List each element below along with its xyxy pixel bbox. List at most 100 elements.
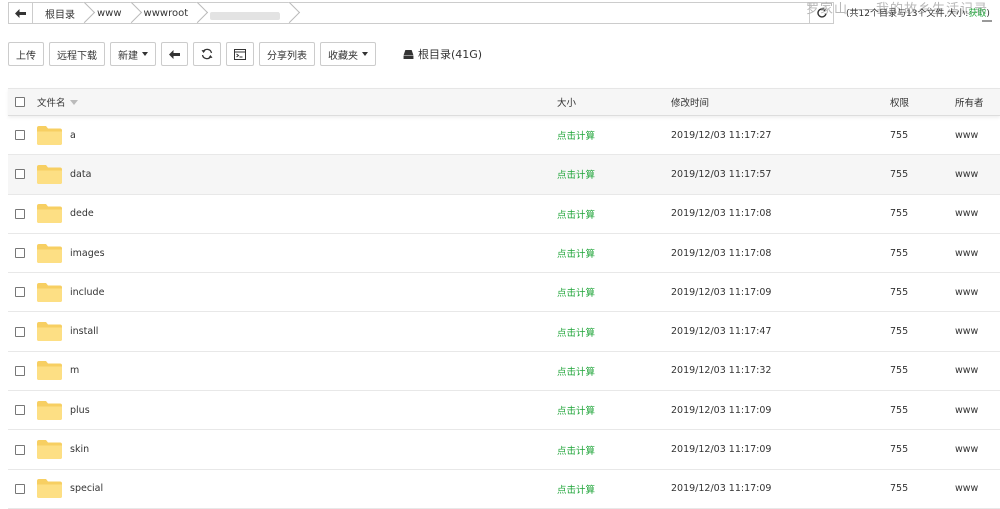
row-checkbox[interactable] xyxy=(15,208,25,219)
new-label: 新建 xyxy=(118,50,138,62)
breadcrumb-root[interactable]: 根目录 xyxy=(33,3,85,23)
favorites-label: 收藏夹 xyxy=(328,50,358,62)
disk-label: 根目录(41G) xyxy=(418,48,483,61)
permission-value[interactable]: 755 xyxy=(890,155,908,193)
calc-size-link[interactable]: 点击计算 xyxy=(557,116,595,154)
permission-value[interactable]: 755 xyxy=(890,470,908,508)
table-row[interactable]: install 点击计算 2019/12/03 11:17:47 755 www xyxy=(8,312,1000,352)
row-checkbox[interactable] xyxy=(15,287,25,298)
owner-value: www xyxy=(955,208,979,220)
permission-value[interactable]: 755 xyxy=(890,312,908,350)
caret-down-icon xyxy=(142,52,148,56)
row-checkbox[interactable] xyxy=(15,130,25,141)
file-name[interactable]: a xyxy=(70,130,76,141)
new-dropdown-button[interactable]: 新建 xyxy=(110,42,156,66)
header-owner[interactable]: 所有者 xyxy=(955,89,984,115)
path-bar: 根目录 www wwwroot xyxy=(8,2,834,24)
summary-text: (共12个目录与13个文件,大小: xyxy=(846,9,969,19)
folder-icon xyxy=(37,282,62,302)
row-checkbox[interactable] xyxy=(15,248,25,259)
disk-selector[interactable]: 根目录(41G) xyxy=(403,46,482,62)
share-list-button[interactable]: 分享列表 xyxy=(259,42,315,66)
permission-value[interactable]: 755 xyxy=(890,273,908,311)
row-checkbox[interactable] xyxy=(15,326,25,337)
owner-value: www xyxy=(955,129,979,141)
table-row[interactable]: images 点击计算 2019/12/03 11:17:08 755 www xyxy=(8,234,1000,274)
table-row[interactable]: m 点击计算 2019/12/03 11:17:32 755 www xyxy=(8,352,1000,392)
arrow-left-icon xyxy=(169,49,180,59)
file-name[interactable]: skin xyxy=(70,444,89,455)
folder-icon xyxy=(37,164,62,184)
redacted-segment xyxy=(210,12,281,20)
calc-size-link[interactable]: 点击计算 xyxy=(557,234,595,272)
modified-time: 2019/12/03 11:17:09 xyxy=(671,483,772,495)
permission-value[interactable]: 755 xyxy=(890,430,908,468)
table-row[interactable]: data 点击计算 2019/12/03 11:17:57 755 www xyxy=(8,155,1000,195)
permission-value[interactable]: 755 xyxy=(890,391,908,429)
row-checkbox[interactable] xyxy=(15,169,25,180)
breadcrumb-redacted[interactable] xyxy=(198,3,290,23)
path-back-button[interactable] xyxy=(9,3,33,23)
hard-drive-icon xyxy=(403,49,414,59)
calc-size-link[interactable]: 点击计算 xyxy=(557,352,595,390)
summary-fetch-link[interactable]: 获取 xyxy=(968,9,986,19)
permission-value[interactable]: 755 xyxy=(890,234,908,272)
file-name[interactable]: images xyxy=(70,248,105,259)
calc-size-link[interactable]: 点击计算 xyxy=(557,195,595,233)
file-name[interactable]: include xyxy=(70,287,104,298)
header-modified[interactable]: 修改时间 xyxy=(671,89,709,115)
table-row[interactable]: a 点击计算 2019/12/03 11:17:27 755 www xyxy=(8,116,1000,156)
table-row[interactable]: special 点击计算 2019/12/03 11:17:09 755 www xyxy=(8,470,1000,509)
modified-time: 2019/12/03 11:17:09 xyxy=(671,404,772,416)
calc-size-link[interactable]: 点击计算 xyxy=(557,273,595,311)
select-all-checkbox[interactable] xyxy=(15,97,25,107)
file-name[interactable]: data xyxy=(70,169,91,180)
file-name[interactable]: dede xyxy=(70,208,94,219)
header-filename-label: 文件名 xyxy=(37,98,66,109)
refresh-icon xyxy=(201,48,213,60)
table-row[interactable]: include 点击计算 2019/12/03 11:17:09 755 www xyxy=(8,273,1000,313)
permission-value[interactable]: 755 xyxy=(890,352,908,390)
folder-icon xyxy=(37,361,62,381)
row-checkbox[interactable] xyxy=(15,483,25,494)
file-name[interactable]: special xyxy=(70,483,103,494)
owner-value: www xyxy=(955,326,979,338)
table-row[interactable]: dede 点击计算 2019/12/03 11:17:08 755 www xyxy=(8,195,1000,234)
row-checkbox[interactable] xyxy=(15,365,25,376)
modified-time: 2019/12/03 11:17:09 xyxy=(671,444,772,456)
owner-value: www xyxy=(955,247,979,259)
file-table-header: 文件名 大小 修改时间 权限 所有者 xyxy=(8,88,1000,116)
file-name[interactable]: install xyxy=(70,326,98,337)
upload-button[interactable]: 上传 xyxy=(8,42,44,66)
header-permission[interactable]: 权限 xyxy=(890,89,909,115)
remote-download-button[interactable]: 远程下载 xyxy=(49,42,105,66)
back-button[interactable] xyxy=(161,42,188,66)
minimize-icon[interactable] xyxy=(982,20,992,22)
owner-value: www xyxy=(955,404,979,416)
calc-size-link[interactable]: 点击计算 xyxy=(557,470,595,508)
terminal-button[interactable] xyxy=(226,42,254,66)
folder-icon xyxy=(37,322,62,342)
calc-size-link[interactable]: 点击计算 xyxy=(557,430,595,468)
header-size[interactable]: 大小 xyxy=(557,89,576,115)
calc-size-link[interactable]: 点击计算 xyxy=(557,391,595,429)
folder-icon xyxy=(37,479,62,499)
modified-time: 2019/12/03 11:17:57 xyxy=(671,168,772,180)
file-name[interactable]: m xyxy=(70,365,79,376)
calc-size-link[interactable]: 点击计算 xyxy=(557,312,595,350)
permission-value[interactable]: 755 xyxy=(890,116,908,154)
table-row[interactable]: plus 点击计算 2019/12/03 11:17:09 755 www xyxy=(8,391,1000,431)
calc-size-link[interactable]: 点击计算 xyxy=(557,155,595,193)
refresh-button[interactable] xyxy=(193,42,221,66)
sort-caret-icon xyxy=(69,99,78,105)
row-checkbox[interactable] xyxy=(15,444,25,455)
favorites-dropdown-button[interactable]: 收藏夹 xyxy=(320,42,376,66)
file-name[interactable]: plus xyxy=(70,405,90,416)
folder-icon xyxy=(37,400,62,420)
arrow-left-icon xyxy=(15,8,26,18)
header-filename[interactable]: 文件名 xyxy=(37,89,78,115)
row-checkbox[interactable] xyxy=(15,405,25,416)
folder-icon xyxy=(37,125,62,145)
table-row[interactable]: skin 点击计算 2019/12/03 11:17:09 755 www xyxy=(8,430,1000,470)
permission-value[interactable]: 755 xyxy=(890,195,908,233)
